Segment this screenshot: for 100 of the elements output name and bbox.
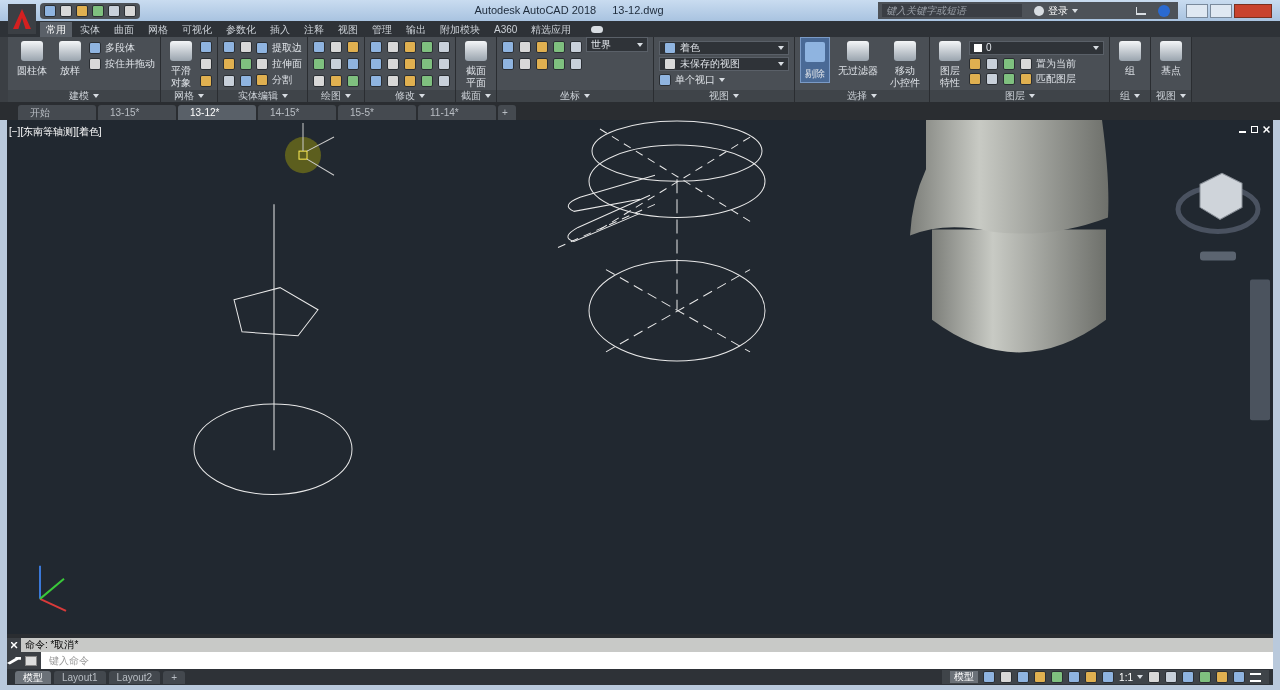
minimize-button[interactable]: [1186, 3, 1208, 18]
tool-icon[interactable]: [387, 41, 399, 53]
quick-access-icon[interactable]: [60, 4, 72, 17]
status-toggle-icon[interactable]: [1017, 671, 1030, 683]
ribbon-button[interactable]: 多段体: [89, 41, 155, 54]
tool-icon[interactable]: [313, 41, 325, 53]
file-tab[interactable]: +: [498, 105, 516, 120]
layout-tab[interactable]: +: [163, 670, 186, 684]
tool-icon[interactable]: [519, 58, 531, 70]
prompt-icon[interactable]: [25, 655, 37, 666]
tool-icon[interactable]: [387, 58, 399, 70]
ribbon-tab[interactable]: 实体: [74, 22, 106, 37]
file-tab[interactable]: 13-12*: [178, 105, 256, 120]
status-toggle-icon[interactable]: [1068, 671, 1081, 683]
model-space-button[interactable]: 模型: [950, 671, 979, 683]
tool-icon[interactable]: [200, 41, 212, 53]
panel-title[interactable]: 视图: [654, 90, 794, 102]
maximize-button[interactable]: [1210, 3, 1232, 18]
tool-icon[interactable]: [570, 58, 582, 70]
tool-icon[interactable]: [223, 41, 235, 53]
ribbon-tab[interactable]: 精选应用: [525, 22, 578, 37]
panel-title[interactable]: 组: [1110, 90, 1150, 102]
panel-title[interactable]: 绘图: [308, 90, 364, 102]
quick-access-icon[interactable]: [108, 4, 120, 17]
ribbon-tab[interactable]: 附加模块: [434, 22, 486, 37]
tool-icon[interactable]: [1003, 57, 1015, 70]
tool-icon[interactable]: [370, 75, 382, 87]
quick-access-icon[interactable]: [92, 4, 104, 17]
ribbon-tab[interactable]: 网格: [142, 22, 174, 37]
status-toggle-icon[interactable]: [1051, 671, 1064, 683]
tool-icon[interactable]: [969, 72, 981, 85]
panel-title[interactable]: 实体编辑: [218, 90, 307, 102]
tool-icon[interactable]: [256, 73, 268, 86]
status-toggle-icon[interactable]: [1233, 671, 1245, 683]
ribbon-button[interactable]: 组: [1115, 37, 1145, 77]
tool-icon[interactable]: [553, 41, 565, 53]
file-tab[interactable]: 14-15*: [258, 105, 336, 120]
tool-icon[interactable]: [570, 41, 582, 53]
status-toggle-icon[interactable]: [983, 671, 996, 683]
tool-icon[interactable]: [553, 58, 565, 70]
tool-icon[interactable]: [330, 75, 342, 87]
tool-icon[interactable]: [404, 75, 416, 87]
ribbon-button[interactable]: 平滑 对象: [166, 37, 196, 89]
ribbon-tab[interactable]: 输出: [400, 22, 432, 37]
quick-access-icon[interactable]: [44, 4, 56, 17]
annotation-scale-button[interactable]: 1:1: [1119, 669, 1143, 685]
ribbon-tab[interactable]: 插入: [264, 22, 296, 37]
tool-icon[interactable]: [223, 75, 235, 87]
tool-icon[interactable]: [1020, 57, 1032, 70]
tool-icon[interactable]: [200, 75, 212, 87]
tool-icon[interactable]: [89, 41, 101, 54]
tool-icon[interactable]: [256, 57, 268, 70]
tool-icon[interactable]: [502, 41, 514, 53]
tool-icon[interactable]: [256, 41, 268, 54]
tool-icon[interactable]: [347, 75, 359, 87]
tool-icon[interactable]: [536, 58, 548, 70]
tool-icon[interactable]: [1020, 72, 1032, 85]
panel-title[interactable]: 视图: [1151, 90, 1191, 102]
tool-icon[interactable]: [330, 41, 342, 53]
ribbon-button[interactable]: 提取边: [256, 41, 302, 54]
layout-tab[interactable]: 模型: [15, 670, 51, 684]
tool-icon[interactable]: [421, 41, 433, 53]
viewport-dropdown[interactable]: 单个视口: [659, 73, 789, 86]
dropdown-field[interactable]: 着色: [659, 41, 789, 55]
tool-icon[interactable]: [404, 41, 416, 53]
tool-icon[interactable]: [536, 41, 548, 53]
sign-in-button[interactable]: 登录: [1048, 3, 1078, 18]
tool-icon[interactable]: [347, 58, 359, 70]
tool-icon[interactable]: [969, 57, 981, 70]
ribbon-tab[interactable]: 常用: [40, 22, 72, 37]
status-toggle-icon[interactable]: [1182, 671, 1194, 683]
tool-icon[interactable]: [438, 75, 450, 87]
file-tab[interactable]: 13-15*: [98, 105, 176, 120]
status-toggle-icon[interactable]: [1216, 671, 1228, 683]
ribbon-tab[interactable]: 管理: [366, 22, 398, 37]
file-tab[interactable]: 15-5*: [338, 105, 416, 120]
ribbon-button[interactable]: 放样: [55, 37, 85, 77]
ribbon-button[interactable]: 图层 特性: [935, 37, 965, 89]
tool-icon[interactable]: [421, 58, 433, 70]
tool-icon[interactable]: [404, 58, 416, 70]
viewport-icon[interactable]: [659, 73, 671, 86]
ribbon-button[interactable]: 分割: [256, 73, 302, 86]
tool-icon[interactable]: [986, 72, 998, 85]
ribbon-button[interactable]: 拉伸面: [256, 57, 302, 70]
panel-title[interactable]: 修改: [365, 90, 455, 102]
layer-dropdown[interactable]: 0: [969, 41, 1104, 55]
tool-icon[interactable]: [313, 75, 325, 87]
panel-title[interactable]: 图层: [930, 90, 1109, 102]
ribbon-tab[interactable]: 注释: [298, 22, 330, 37]
panel-title[interactable]: 截面: [456, 90, 496, 102]
layout-tab[interactable]: Layout1: [54, 670, 106, 684]
tool-icon[interactable]: [519, 41, 531, 53]
ribbon-tab[interactable]: 可视化: [176, 22, 218, 37]
tool-icon[interactable]: [240, 41, 252, 53]
style-icon[interactable]: [664, 42, 676, 54]
command-input[interactable]: 键入命令: [41, 652, 1273, 669]
tool-icon[interactable]: [502, 58, 514, 70]
tool-icon[interactable]: [387, 75, 399, 87]
status-toggle-icon[interactable]: [1148, 671, 1160, 683]
ribbon-tab[interactable]: 参数化: [220, 22, 262, 37]
